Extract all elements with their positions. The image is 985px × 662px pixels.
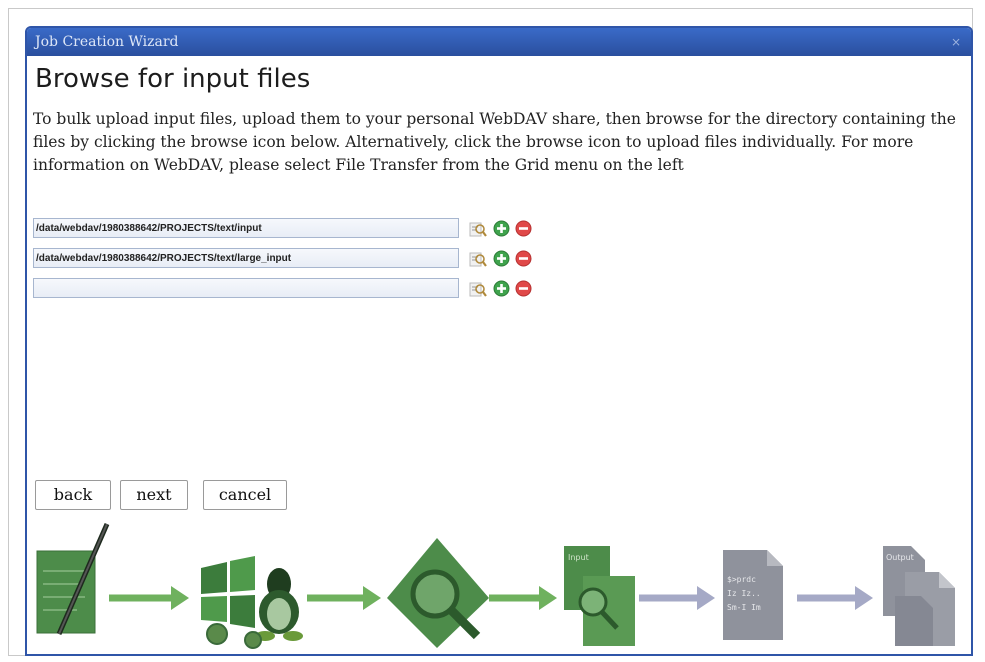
page-title: Browse for input files — [35, 64, 311, 94]
window-title-bar: Job Creation Wizard × — [27, 28, 971, 56]
arrow-icon — [639, 586, 715, 610]
close-icon[interactable]: × — [951, 28, 961, 56]
arrow-icon — [307, 586, 381, 610]
platform-icon — [201, 556, 303, 649]
browse-icon[interactable] — [469, 220, 487, 238]
job-creation-wizard-window: Job Creation Wizard × Browse for input f… — [25, 26, 973, 656]
search-document-icon — [387, 538, 489, 648]
output-doc-label: Output — [886, 553, 914, 562]
script-document-icon: $>prdc Iz Iz.. Sm-I Im — [723, 550, 783, 640]
script-doc-label: Iz Iz.. — [727, 589, 761, 598]
remove-icon[interactable] — [515, 280, 532, 297]
output-documents-icon: Output — [883, 546, 955, 646]
next-button[interactable]: next — [120, 480, 188, 510]
file-path-field[interactable]: /data/webdav/1980388642/PROJECTS/text/la… — [33, 248, 459, 268]
edit-document-icon — [36, 523, 110, 635]
add-icon[interactable] — [493, 220, 510, 237]
arrow-icon — [797, 586, 873, 610]
back-button[interactable]: back — [35, 480, 111, 510]
script-doc-label: Sm-I Im — [727, 603, 761, 612]
add-icon[interactable] — [493, 250, 510, 267]
input-doc-label: Input — [568, 553, 589, 562]
remove-icon[interactable] — [515, 220, 532, 237]
add-icon[interactable] — [493, 280, 510, 297]
file-path-field[interactable] — [33, 278, 459, 298]
remove-icon[interactable] — [515, 250, 532, 267]
browse-icon[interactable] — [469, 280, 487, 298]
browse-icon[interactable] — [469, 250, 487, 268]
script-doc-label: $>prdc — [727, 575, 756, 584]
page-description: To bulk upload input files, upload them … — [33, 110, 956, 174]
arrow-icon — [489, 586, 557, 610]
input-search-icon: Input — [564, 546, 635, 646]
file-path-field[interactable]: /data/webdav/1980388642/PROJECTS/text/in… — [33, 218, 459, 238]
arrow-icon — [109, 586, 189, 610]
window-title: Job Creation Wizard — [35, 34, 179, 50]
workflow-diagram: Input $>prdc Iz Iz.. Sm-I Im Output — [36, 523, 955, 649]
cancel-button[interactable]: cancel — [203, 480, 287, 510]
